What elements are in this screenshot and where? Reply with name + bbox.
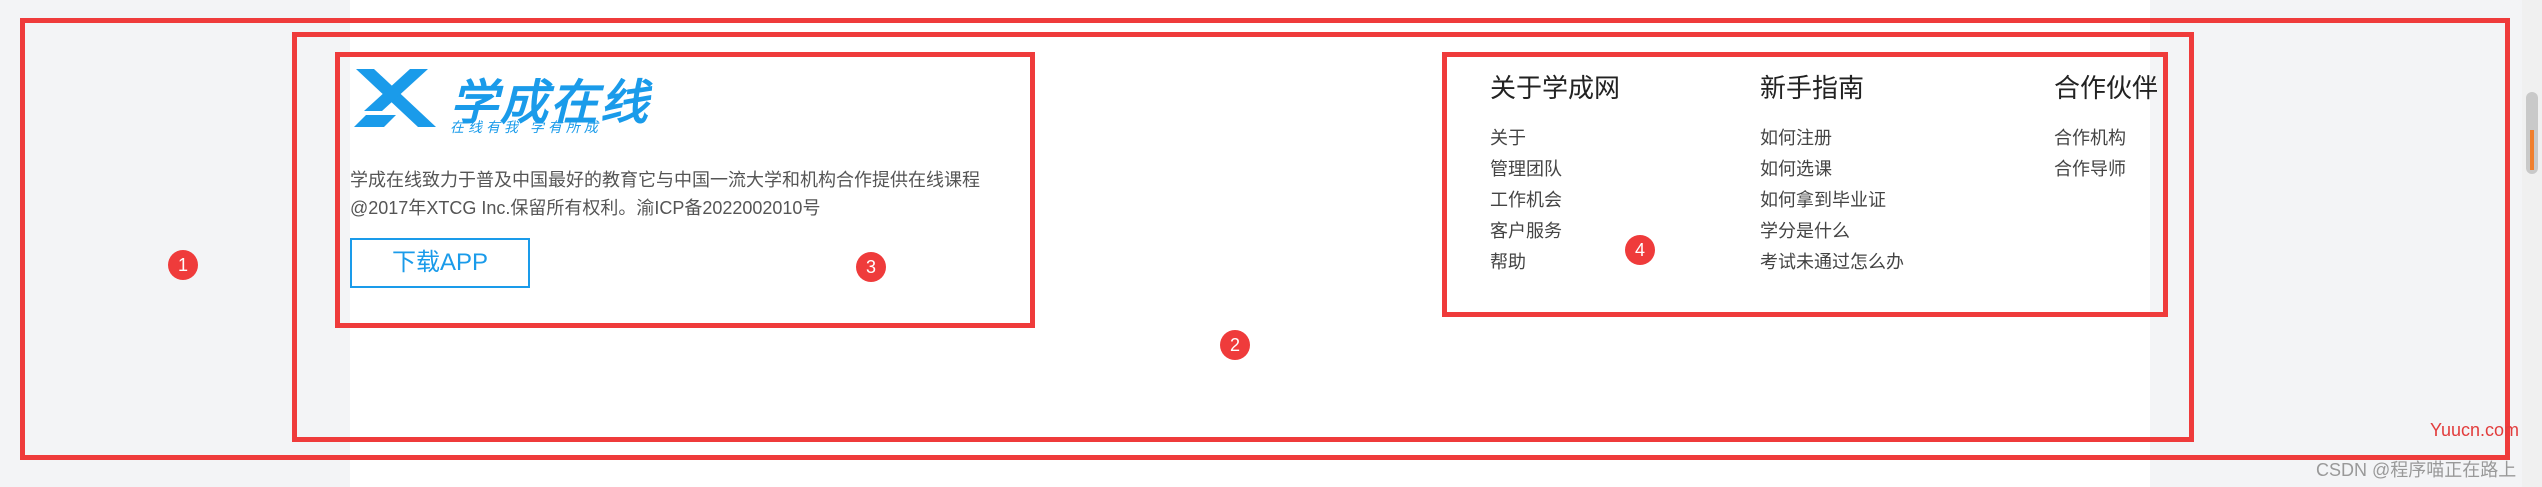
scrollbar-thumb-accent [2530,130,2534,170]
link-management-team[interactable]: 管理团队 [1490,154,1620,185]
watermark-author: CSDN @程序喵正在路上 [2316,460,2517,480]
link-about[interactable]: 关于 [1490,123,1620,154]
annotation-badge-2: 2 [1220,330,1250,360]
footer-description: 学成在线致力于普及中国最好的教育它与中国一流大学和机构合作提供在线课程 @201… [350,166,1050,222]
column-title: 关于学成网 [1490,73,1621,103]
annotation-badge-4: 4 [1625,235,1655,265]
footer-copyright: @2017年XTCG Inc.保留所有权利。渝ICP备2022002010号 [350,198,821,218]
annotation-badge-3: 3 [856,252,886,282]
x-logo-icon [354,69,436,127]
vertical-scrollbar[interactable] [2522,0,2542,487]
link-how-to-register[interactable]: 如何注册 [1760,123,1904,154]
link-what-is-credit[interactable]: 学分是什么 [1760,216,1904,247]
download-app-button[interactable]: 下载APP [350,238,530,288]
footer-column-about: 关于学成网 关于 管理团队 工作机会 客户服务 帮助 [1490,68,1620,278]
link-customer-service[interactable]: 客户服务 [1490,216,1620,247]
footer-description-line-1: 学成在线致力于普及中国最好的教育它与中国一流大学和机构合作提供在线课程 [350,170,980,190]
link-partner-institutions[interactable]: 合作机构 [2054,123,2158,154]
column-title: 合作伙伴 [2054,73,2159,103]
brand-logo[interactable]: 学成在线 在线有我 学有所成 [352,63,652,135]
link-how-to-choose-course[interactable]: 如何选课 [1760,154,1904,185]
column-title: 新手指南 [1760,73,1865,103]
link-jobs[interactable]: 工作机会 [1490,185,1620,216]
footer-column-guide: 新手指南 如何注册 如何选课 如何拿到毕业证 学分是什么 考试未通过怎么办 [1760,68,1904,278]
brand-slogan: 在线有我 学有所成 [450,119,602,135]
link-exam-failed[interactable]: 考试未通过怎么办 [1760,247,1904,278]
annotation-badge-1: 1 [168,250,198,280]
footer-column-partners: 合作伙伴 合作机构 合作导师 [2054,68,2158,185]
watermark-site: Yuucn.com [2430,420,2520,440]
link-help[interactable]: 帮助 [1490,247,1620,278]
link-how-to-get-certificate[interactable]: 如何拿到毕业证 [1760,185,1904,216]
link-partner-tutors[interactable]: 合作导师 [2054,154,2158,185]
